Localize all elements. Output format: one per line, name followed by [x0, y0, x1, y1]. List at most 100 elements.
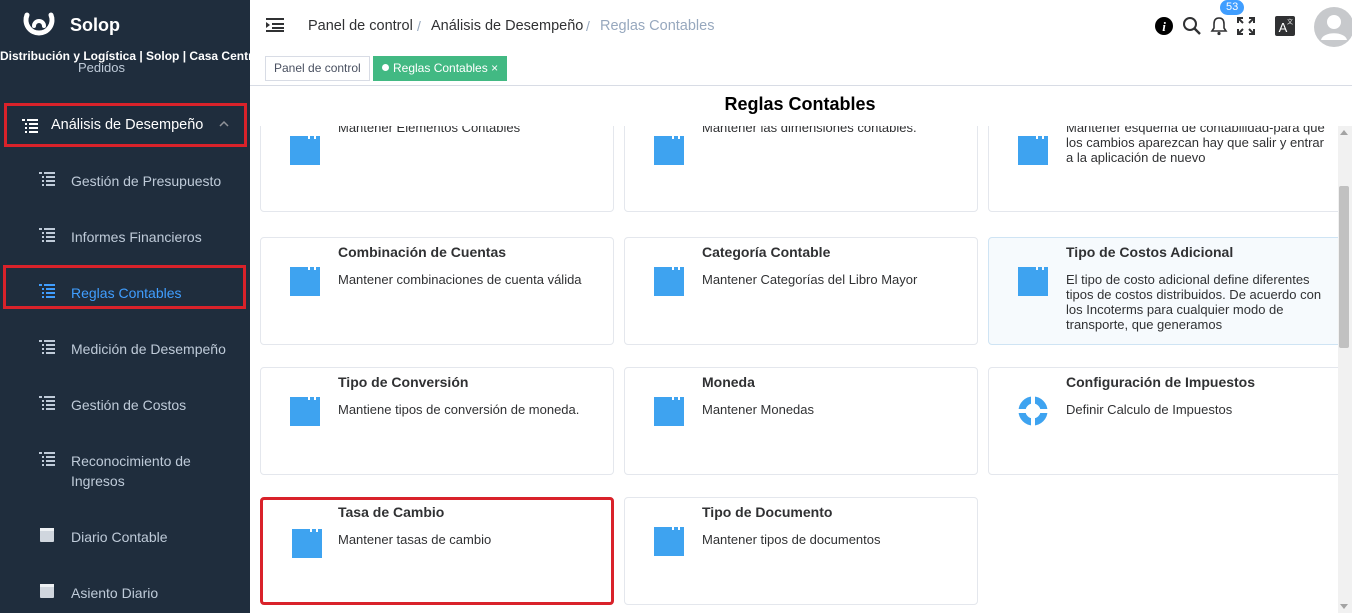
card-4[interactable]: Categoría Contable Mantener Categorías de… [624, 237, 978, 345]
tag-reglas-contables[interactable]: Reglas Contables × [373, 56, 508, 81]
card-description: Mantener esquema de contabilidad-para qu… [1066, 126, 1325, 165]
folder-icon [40, 584, 54, 598]
page-title: Reglas Contables [724, 94, 876, 114]
breadcrumb-separator: / [417, 18, 421, 34]
card-3[interactable]: Combinación de Cuentas Mantener combinaci… [260, 237, 614, 345]
card-title: Configuración de Impuestos [1066, 374, 1256, 390]
card-description: Mantener las dimensiones contables. [702, 126, 917, 135]
active-item-highlight [3, 265, 246, 309]
sidebar-item-0[interactable]: Gestión de Presupuesto [0, 170, 250, 214]
tag-home-label: Panel de control [274, 61, 361, 75]
sidebar-item-1[interactable]: Informes Financieros [0, 226, 250, 270]
card-title: Tipo de Documento [702, 504, 833, 520]
card-description: Definir Calculo de Impuestos [1066, 402, 1233, 417]
card-0[interactable]: Mantener Elementos Contables [260, 126, 614, 212]
sidebar-item-label: Medición de Desempeño [71, 341, 226, 357]
sidebar: Solop Distribución y Logística | Solop |… [0, 0, 250, 613]
tag-active-label: Reglas Contables [393, 61, 488, 75]
card-5[interactable]: Tipo de Costos Adicional El tipo de costo… [988, 237, 1342, 345]
sidebar-item-6[interactable]: Diario Contable [0, 526, 250, 570]
sidebar-item-label: Gestión de Costos [71, 397, 187, 413]
window-icon [654, 136, 684, 165]
sidebar-item-7[interactable]: Asiento Diario [0, 582, 250, 613]
user-icon [1321, 15, 1347, 40]
scroll-up-arrow[interactable] [1340, 130, 1348, 135]
solop-logo-icon [23, 12, 55, 36]
svg-text:i: i [1162, 19, 1166, 34]
card-grid: Mantener Elementos Contables Mantener las… [250, 126, 1352, 613]
org-selector[interactable]: Distribución y Logística | Solop | Casa … [0, 49, 250, 63]
notification-badge: 53 [1220, 0, 1245, 15]
window-icon [292, 529, 322, 558]
card-9[interactable]: Tasa de Cambio Mantener tasas de cambio [260, 497, 614, 605]
window-icon [654, 267, 684, 296]
fullscreen-icon[interactable] [1236, 16, 1256, 36]
scroll-down-arrow[interactable] [1340, 604, 1348, 609]
main-area: Panel de control / Análisis de Desempeño… [250, 0, 1352, 613]
info-icon[interactable]: i [1154, 16, 1174, 36]
card-description: Mantener tipos de documentos [702, 532, 881, 547]
sidebar-item-label: Gestión de Presupuesto [71, 173, 222, 189]
card-description: Mantener Monedas [702, 402, 815, 417]
list-icon [39, 452, 55, 466]
window-icon [1018, 136, 1048, 165]
card-title: Tasa de Cambio [338, 504, 445, 520]
card-7[interactable]: Moneda Mantener Monedas [624, 367, 978, 475]
logo-row: Solop [0, 0, 250, 50]
sidebar-item-3[interactable]: Medición de Desempeño [0, 338, 250, 382]
top-navbar: Panel de control / Análisis de Desempeño… [250, 0, 1352, 52]
breadcrumb-item-current: Reglas Contables [600, 18, 715, 34]
app-name: Solop [70, 15, 120, 35]
sidebar-item-label: Diario Contable [71, 529, 168, 545]
scrollbar-thumb[interactable] [1339, 186, 1349, 348]
folder-icon [40, 528, 54, 542]
sidebar-item-5[interactable]: Reconocimiento de Ingresos [0, 450, 250, 494]
translate-icon[interactable]: A文 [1275, 16, 1295, 36]
list-icon [39, 340, 55, 354]
bell-icon[interactable] [1209, 16, 1229, 36]
card-description: Mantener Categorías del Libro Mayor [702, 272, 918, 287]
window-icon [1018, 267, 1048, 296]
tags-view: Panel de control Reglas Contables × [250, 52, 1352, 86]
list-icon [22, 119, 38, 133]
card-description: El tipo de costo adicional define difere… [1066, 272, 1322, 332]
sidebar-group-label: Análisis de Desempeño [51, 117, 204, 133]
card-description: Mantener tasas de cambio [338, 532, 492, 547]
window-icon [290, 136, 320, 165]
chevron-up-icon [219, 120, 229, 127]
list-icon [39, 228, 55, 242]
breadcrumb-item-home[interactable]: Panel de control [308, 18, 413, 34]
window-icon [290, 397, 320, 426]
sidebar-item-label: Asiento Diario [71, 585, 159, 601]
window-icon [654, 527, 684, 556]
card-title: Moneda [702, 374, 755, 390]
avatar[interactable] [1314, 7, 1352, 47]
card-description: Mantiene tipos de conversión de moneda. [338, 402, 580, 417]
svg-text:文: 文 [1287, 18, 1293, 26]
card-title: Tipo de Costos Adicional [1066, 244, 1234, 260]
card-1[interactable]: Mantener las dimensiones contables. [624, 126, 978, 212]
tag-active-dot [382, 64, 389, 71]
breadcrumb-separator: / [586, 18, 590, 34]
tag-close-icon[interactable]: × [491, 61, 498, 75]
window-icon [654, 397, 684, 426]
card-description: Mantener combinaciones de cuenta válida [338, 272, 582, 287]
sidebar-item-4[interactable]: Gestión de Costos [0, 394, 250, 438]
sidebar-item-label: Informes Financieros [71, 229, 202, 245]
list-icon [39, 396, 55, 410]
card-title: Tipo de Conversión [338, 374, 469, 390]
hamburger-icon[interactable] [266, 17, 284, 33]
breadcrumb-item-analisis[interactable]: Análisis de Desempeño [431, 18, 583, 34]
sidebar-item-label: Reconocimiento de Ingresos [71, 453, 191, 489]
tag-home[interactable]: Panel de control [265, 56, 370, 81]
card-description: Mantener Elementos Contables [338, 126, 521, 135]
window-icon [290, 267, 320, 296]
card-8[interactable]: Configuración de Impuestos Definir Calcul… [988, 367, 1342, 475]
process-icon [1018, 396, 1048, 426]
card-6[interactable]: Tipo de Conversión Mantiene tipos de conv… [260, 367, 614, 475]
card-2[interactable]: Mantener esquema de contabilidad-para qu… [988, 126, 1342, 212]
sidebar-group-analisis-desempeno[interactable]: Análisis de Desempeño [4, 103, 247, 147]
search-icon[interactable] [1182, 16, 1202, 36]
card-title: Combinación de Cuentas [338, 244, 507, 260]
card-10[interactable]: Tipo de Documento Mantener tipos de docum… [624, 497, 978, 605]
